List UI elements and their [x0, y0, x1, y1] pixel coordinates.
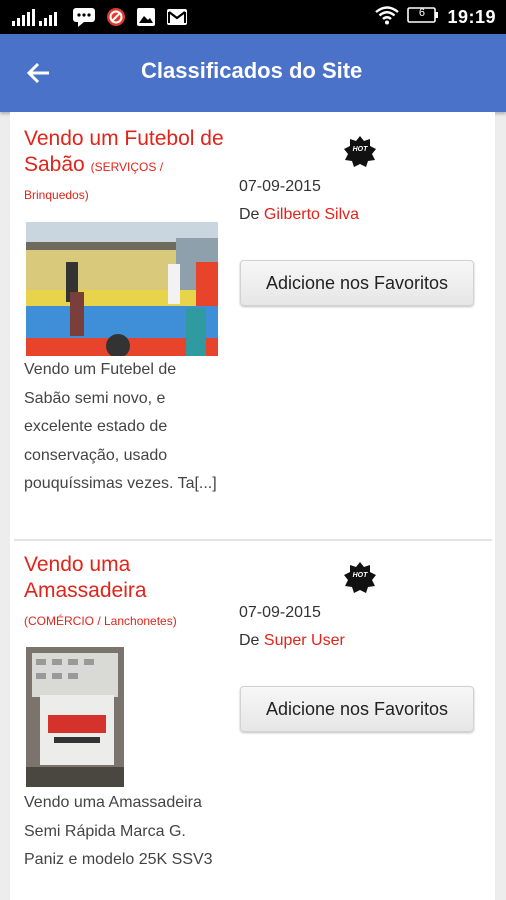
ad-author-line: De Super User [239, 632, 345, 650]
add-favorite-button[interactable]: Adicione nos Favoritos [240, 686, 474, 732]
author-link[interactable]: Super User [264, 632, 345, 649]
ad-date: 07-09-2015 [239, 178, 321, 195]
author-link[interactable]: Gilberto Silva [264, 206, 359, 223]
battery-level: 6 [418, 7, 426, 19]
divider [14, 539, 492, 541]
app-bar: Classificados do Site [0, 34, 506, 112]
ad-title-link[interactable]: Vendo uma Amassadeira [24, 552, 224, 604]
no-sign-icon [106, 7, 126, 32]
clock: 19:19 [447, 7, 496, 27]
chat-icon [72, 7, 96, 32]
ad-date: 07-09-2015 [239, 604, 321, 621]
battery-icon: 6 [407, 6, 439, 29]
classifieds-list: Vendo um Futebol de Sabão (SERVIÇOS / Br… [10, 112, 495, 900]
arrow-left-icon [26, 62, 49, 84]
author-prefix: De [239, 632, 260, 649]
ad-photo[interactable] [26, 222, 218, 356]
hot-badge-icon: HOT [344, 562, 376, 594]
signal-icon [12, 7, 62, 32]
wifi-icon [375, 5, 400, 30]
gmail-icon [166, 7, 188, 32]
ad-description: Vendo uma Amassadeira Semi Rápida Marca … [24, 794, 213, 868]
ad-description: Vendo um Futebel de Sabão semi novo, e e… [24, 361, 217, 492]
add-favorite-button[interactable]: Adicione nos Favoritos [240, 260, 474, 306]
author-prefix: De [239, 206, 260, 223]
back-button[interactable] [26, 60, 52, 86]
ad-category[interactable]: (COMÉRCIO / Lanchonetes) [24, 614, 177, 628]
ad-author-line: De Gilberto Silva [239, 206, 359, 224]
page-title: Classificados do Site [141, 58, 363, 83]
image-icon [136, 7, 156, 32]
hot-badge-label: HOT [352, 572, 368, 579]
hot-badge-label: HOT [352, 146, 368, 153]
status-bar: 6 19:19 [0, 0, 506, 34]
ad-photo[interactable] [26, 647, 124, 787]
hot-badge-icon: HOT [344, 136, 376, 168]
ad-title-link[interactable]: Vendo um Futebol de Sabão (SERVIÇOS / Br… [24, 126, 224, 208]
